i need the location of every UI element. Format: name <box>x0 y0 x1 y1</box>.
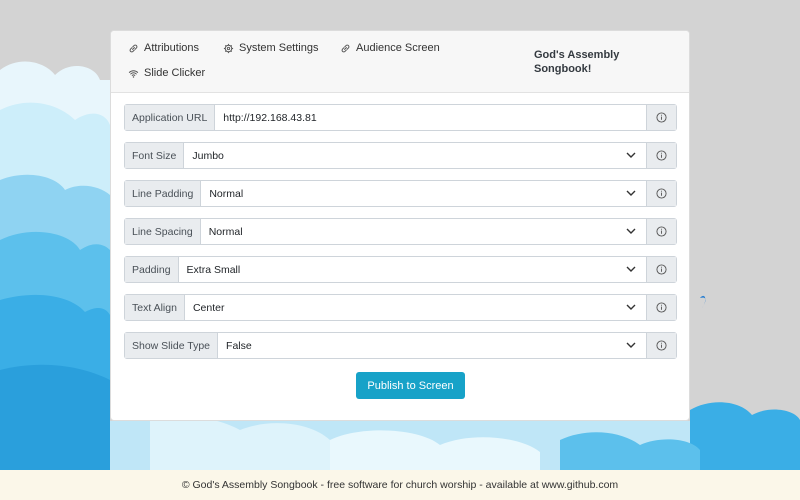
brand-title: God's Assembly Songbook! <box>534 48 619 76</box>
chevron-down-icon <box>626 342 636 348</box>
chevron-down-icon <box>626 190 636 196</box>
line-padding-group: Line Padding Normal <box>124 180 677 207</box>
line-spacing-value: Normal <box>208 225 243 238</box>
gear-icon <box>223 43 234 53</box>
nav-attributions[interactable]: Attributions <box>128 42 199 54</box>
nav-audience-screen[interactable]: Audience Screen <box>340 42 440 54</box>
chevron-down-icon <box>626 152 636 158</box>
nav-system-settings-label: System Settings <box>239 42 319 54</box>
show-slide-type-info-button[interactable] <box>646 333 676 358</box>
info-icon <box>656 302 667 313</box>
line-padding-select[interactable]: Normal <box>201 181 646 206</box>
info-icon <box>656 112 667 123</box>
line-spacing-group: Line Spacing Normal <box>124 218 677 245</box>
show-slide-type-select[interactable]: False <box>218 333 646 358</box>
footer: © God's Assembly Songbook - free softwar… <box>0 470 800 500</box>
brand-line-2: Songbook! <box>534 63 592 75</box>
wifi-icon <box>128 69 139 78</box>
application-url-info-button[interactable] <box>646 105 676 130</box>
font-size-info-button[interactable] <box>646 143 676 168</box>
padding-label: Padding <box>125 257 179 282</box>
font-size-label: Font Size <box>125 143 185 168</box>
font-size-value: Jumbo <box>192 149 224 162</box>
application-url-label: Application URL <box>125 105 216 130</box>
show-slide-type-group: Show Slide Type False <box>124 332 677 359</box>
padding-group: Padding Extra Small <box>124 256 677 283</box>
line-spacing-select[interactable]: Normal <box>200 219 646 244</box>
footer-text: © God's Assembly Songbook - free softwar… <box>181 479 619 491</box>
nav-system-settings[interactable]: System Settings <box>223 42 318 54</box>
nav-attributions-label: Attributions <box>144 42 200 54</box>
show-slide-type-value: False <box>226 339 252 352</box>
info-icon <box>656 150 667 161</box>
chevron-down-icon <box>626 304 636 310</box>
padding-select[interactable]: Extra Small <box>178 257 646 282</box>
link-icon <box>341 44 350 52</box>
application-url-input[interactable]: http://192.168.43.81 <box>215 105 646 130</box>
settings-card: Attributions System Settings Audience Sc… <box>110 30 690 421</box>
application-url-group: Application URL http://192.168.43.81 <box>124 104 677 131</box>
text-align-select[interactable]: Center <box>184 295 646 320</box>
text-align-info-button[interactable] <box>646 295 676 320</box>
nav-slide-clicker-label: Slide Clicker <box>144 67 206 79</box>
info-icon <box>656 188 667 199</box>
publish-to-screen-button[interactable]: Publish to Screen <box>356 372 465 399</box>
nav-audience-screen-label: Audience Screen <box>356 42 440 54</box>
text-align-label: Text Align <box>125 295 185 320</box>
link-icon <box>129 44 138 52</box>
nav-slide-clicker[interactable]: Slide Clicker <box>128 67 205 79</box>
brand-line-1: God's Assembly <box>534 49 620 61</box>
show-slide-type-label: Show Slide Type <box>125 333 219 358</box>
line-padding-label: Line Padding <box>125 181 202 206</box>
line-spacing-info-button[interactable] <box>646 219 676 244</box>
line-spacing-label: Line Spacing <box>125 219 201 244</box>
text-align-value: Center <box>192 301 225 314</box>
chevron-down-icon <box>626 266 636 272</box>
font-size-group: Font Size Jumbo <box>124 142 677 169</box>
info-icon <box>656 340 667 351</box>
padding-info-button[interactable] <box>646 257 676 282</box>
padding-value: Extra Small <box>186 263 241 276</box>
font-size-select[interactable]: Jumbo <box>184 143 646 168</box>
line-padding-info-button[interactable] <box>646 181 676 206</box>
chevron-down-icon <box>626 228 636 234</box>
card-header-nav: Attributions System Settings Audience Sc… <box>111 31 689 93</box>
info-icon <box>656 226 667 237</box>
line-padding-value: Normal <box>209 187 244 200</box>
text-align-group: Text Align Center <box>124 294 677 321</box>
info-icon <box>656 264 667 275</box>
